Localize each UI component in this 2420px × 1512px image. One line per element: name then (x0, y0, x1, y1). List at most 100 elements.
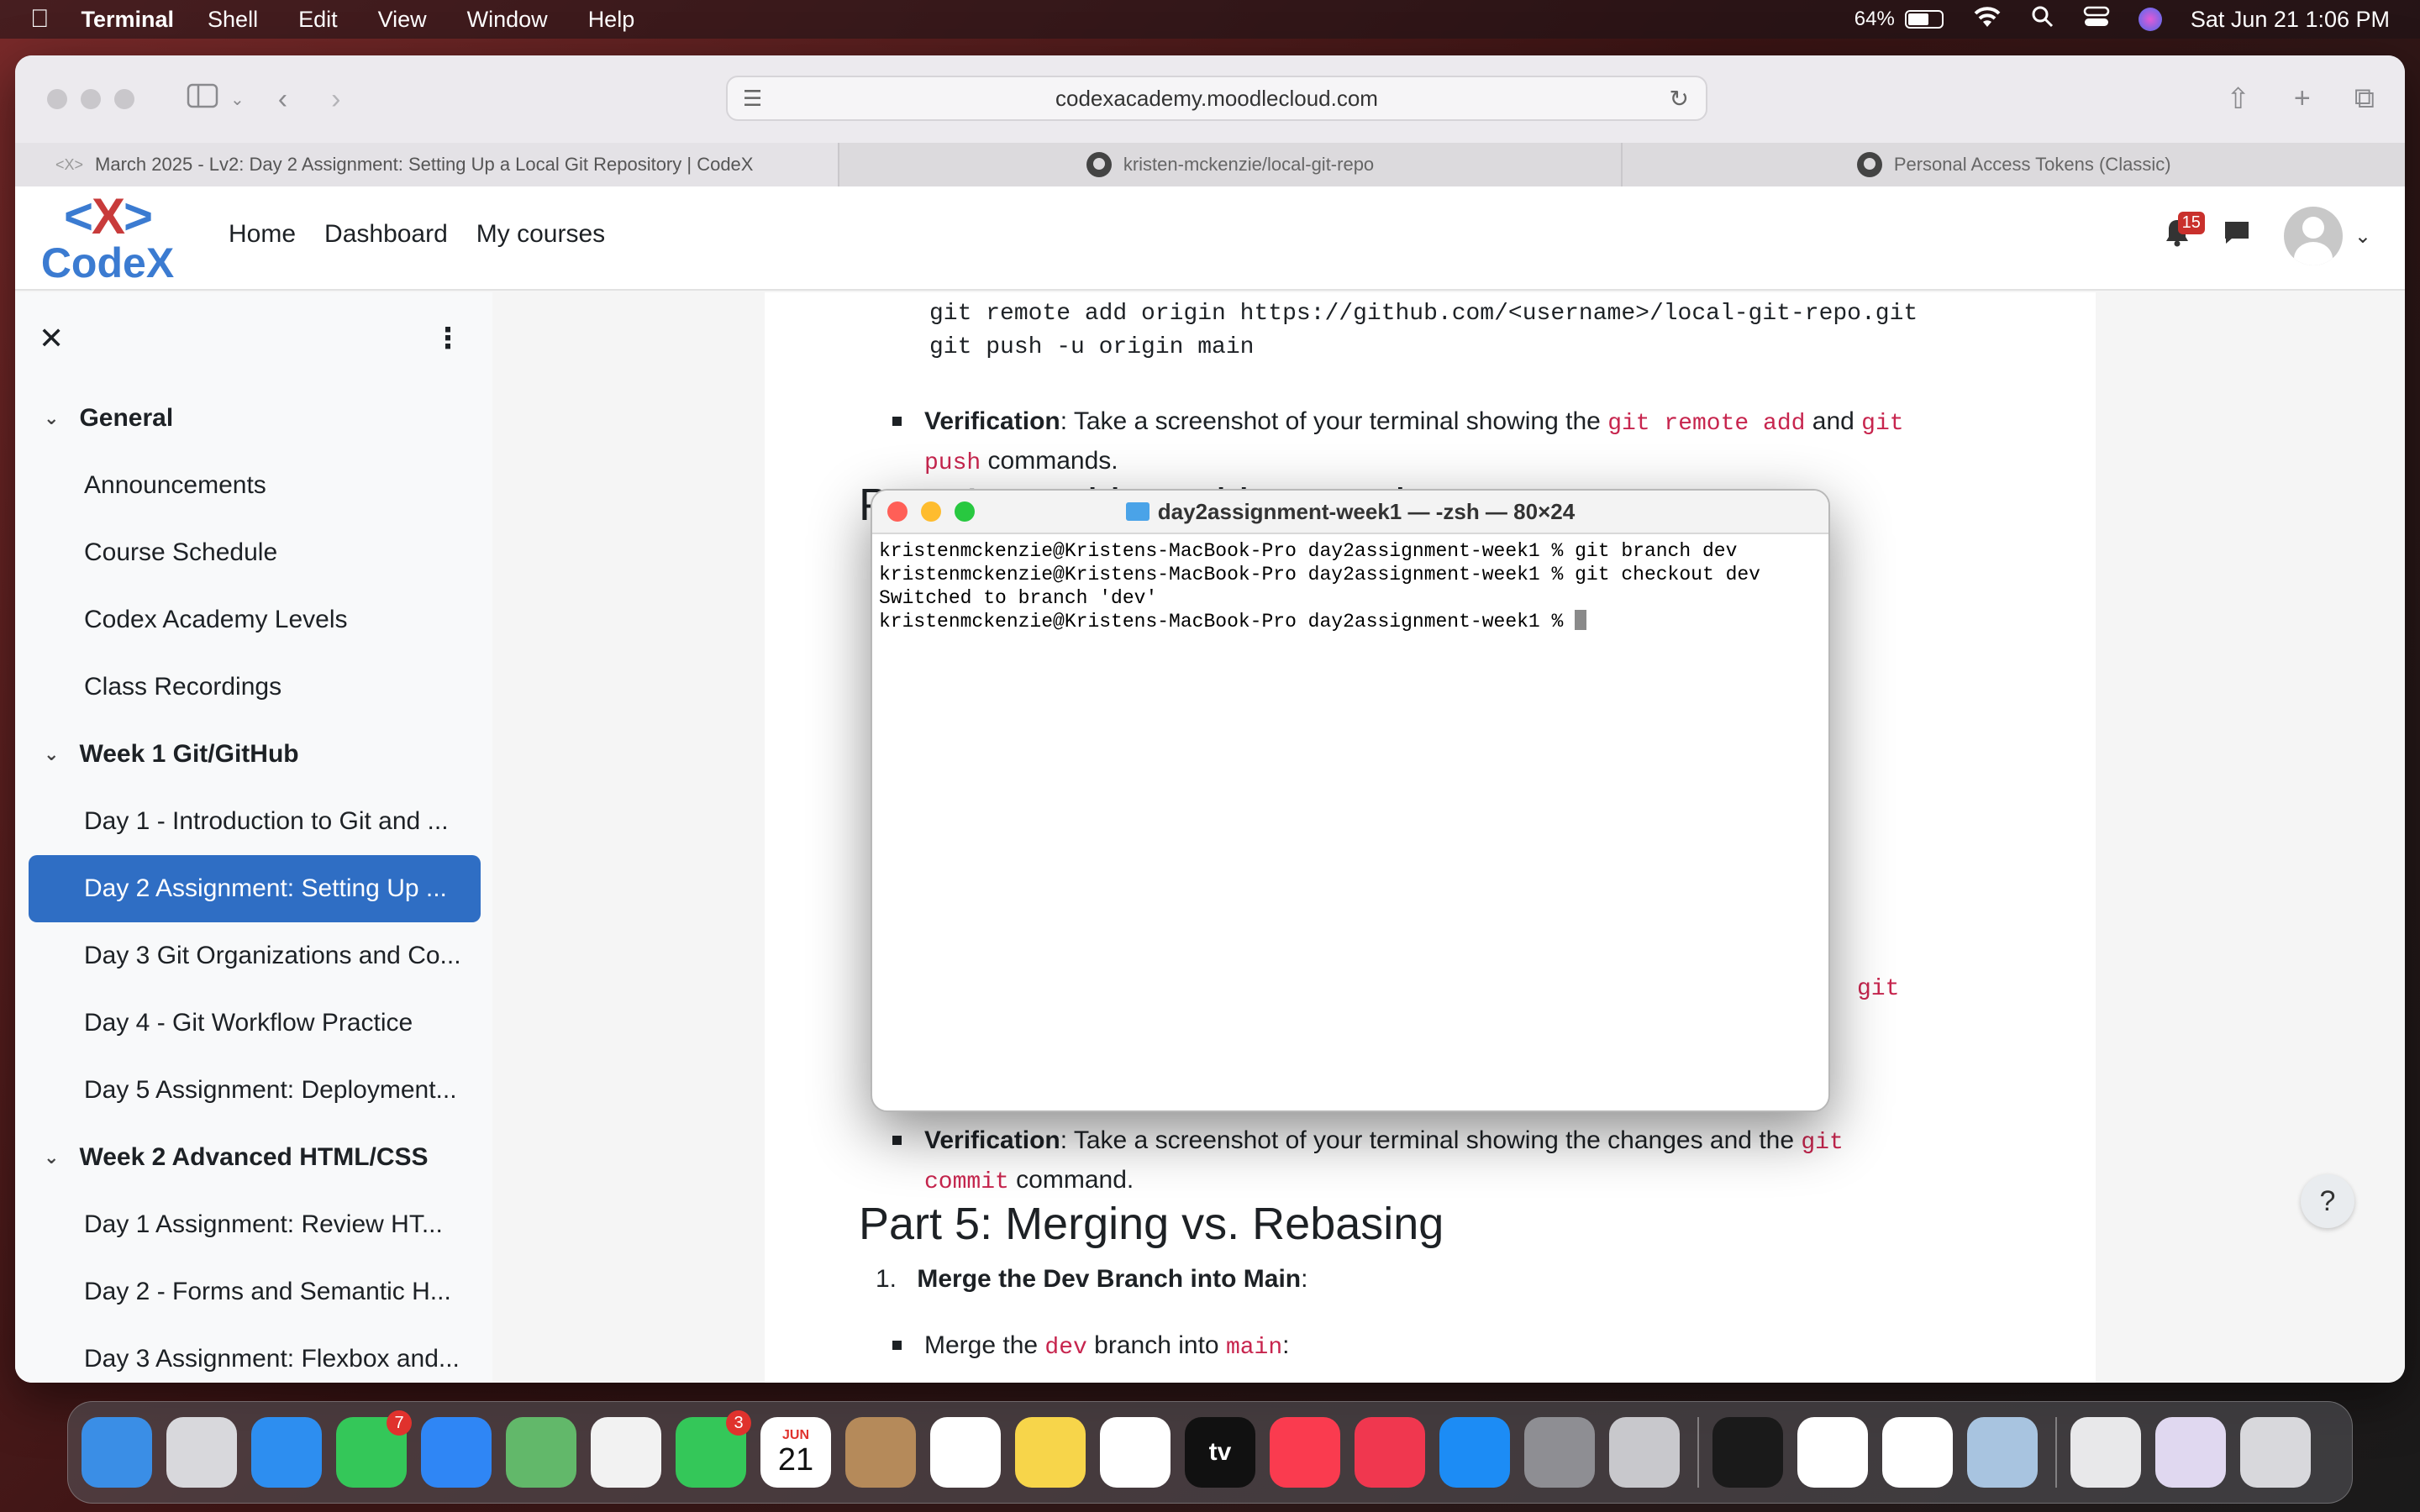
course-index-item[interactable]: Day 1 - Introduction to Git and ... (15, 788, 492, 855)
spotlight-search-icon[interactable] (2031, 5, 2054, 34)
chevron-down-icon[interactable]: ⌄ (230, 89, 245, 110)
menu-shell[interactable]: Shell (208, 7, 258, 33)
slack-icon[interactable] (1797, 1417, 1868, 1488)
terminal-icon[interactable] (1712, 1417, 1783, 1488)
course-index-item[interactable]: Day 2 Assignment: Setting Up ... (29, 855, 481, 922)
window-thumbnail-icon[interactable] (2070, 1417, 2141, 1488)
more-options-icon[interactable]: ⋮ (434, 322, 462, 355)
sidebar-toggle-icon[interactable] (187, 83, 218, 116)
messages-drawer-icon[interactable] (2223, 220, 2250, 253)
course-index-item[interactable]: Class Recordings (15, 654, 492, 721)
course-index-item[interactable]: Course Schedule (15, 519, 492, 586)
chevron-down-icon[interactable]: ⌄ (44, 1147, 59, 1168)
terminal-prompt-line[interactable]: kristenmckenzie@Kristens-MacBook-Pro day… (879, 610, 1822, 633)
close-window-button[interactable] (47, 89, 67, 109)
user-avatar[interactable] (2283, 207, 2343, 265)
help-button[interactable]: ? (2301, 1174, 2354, 1228)
music-icon[interactable] (1270, 1417, 1340, 1488)
trash-icon[interactable] (2240, 1417, 2311, 1488)
course-index-item[interactable]: Day 5 Assignment: Deployment... (15, 1057, 492, 1124)
minimize-window-button[interactable] (81, 89, 101, 109)
dock: 7 3 JUN 21 tv (67, 1401, 2353, 1504)
menu-window[interactable]: Window (467, 7, 548, 33)
course-section-header[interactable]: ⌄ Week 2 Advanced HTML/CSS (15, 1124, 492, 1191)
facetime-icon[interactable]: 3 (676, 1410, 751, 1488)
course-index-item[interactable]: Day 3 Assignment: Flexbox and... (15, 1326, 492, 1383)
terminal-line: Switched to branch 'dev' (879, 587, 1158, 609)
tab-github-repo[interactable]: kristen-mckenzie/local-git-repo (839, 143, 1623, 186)
notifications-bell-icon[interactable]: 15 (2165, 211, 2205, 255)
menu-edit[interactable]: Edit (298, 7, 338, 33)
iphone-mirroring-icon[interactable] (1609, 1417, 1680, 1488)
siri-icon[interactable] (2138, 8, 2162, 31)
contacts-icon[interactable] (845, 1417, 916, 1488)
preview-icon[interactable] (1967, 1417, 2038, 1488)
app-menu-terminal[interactable]: Terminal (82, 7, 175, 33)
battery-icon[interactable] (1904, 10, 1944, 29)
chevron-down-icon[interactable]: ⌄ (44, 743, 59, 765)
text: and (1805, 407, 1862, 435)
terminal-window[interactable]: day2assignment-week1 — -zsh — 80×24 kris… (871, 489, 1830, 1112)
apple-menu-icon[interactable]:  (30, 5, 50, 34)
bullet-marker (892, 1136, 902, 1145)
course-index-item[interactable]: Day 3 Git Organizations and Co... (15, 922, 492, 990)
course-index-item[interactable]: Day 2 - Forms and Semantic H... (15, 1258, 492, 1326)
window-thumbnail-icon[interactable] (2155, 1417, 2226, 1488)
menu-help[interactable]: Help (588, 7, 635, 33)
news-icon[interactable] (1355, 1417, 1425, 1488)
tab-access-tokens[interactable]: Personal Access Tokens (Classic) (1623, 143, 2405, 186)
safari-icon[interactable] (251, 1417, 322, 1488)
list-number: 1. (876, 1265, 897, 1293)
tab-overview-icon[interactable]: ⧉ (2354, 82, 2375, 116)
freeform-icon[interactable] (1100, 1417, 1171, 1488)
vscode-icon[interactable] (1882, 1417, 1953, 1488)
app-store-icon[interactable] (1439, 1417, 1510, 1488)
calendar-icon[interactable]: JUN 21 (760, 1417, 831, 1488)
terminal-titlebar[interactable]: day2assignment-week1 — -zsh — 80×24 (872, 491, 1828, 534)
settings-icon[interactable] (1524, 1417, 1595, 1488)
photos-icon[interactable] (591, 1417, 661, 1488)
course-index-item[interactable]: Codex Academy Levels (15, 586, 492, 654)
launchpad-icon[interactable] (166, 1417, 237, 1488)
back-arrow-icon[interactable]: ‹ (278, 83, 287, 116)
course-section-header[interactable]: ⌄ Week 1 Git/GitHub (15, 721, 492, 788)
tab-moodle-assignment[interactable]: <X> March 2025 - Lv2: Day 2 Assignment: … (15, 143, 839, 186)
course-index-item[interactable]: Day 4 - Git Workflow Practice (15, 990, 492, 1057)
user-menu[interactable]: ⌄ (2283, 207, 2371, 265)
reload-icon[interactable]: ↻ (1670, 85, 1689, 113)
course-index-item[interactable]: Day 1 Assignment: Review HT... (15, 1191, 492, 1258)
merge-instruction: Merge the dev branch into main: (892, 1327, 1290, 1367)
zoom-window-button[interactable] (114, 89, 134, 109)
finder-icon[interactable] (82, 1417, 152, 1488)
nav-dashboard[interactable]: Dashboard (324, 220, 448, 249)
terminal-output[interactable]: kristenmckenzie@Kristens-MacBook-Pro day… (872, 534, 1828, 638)
course-section-header[interactable]: ⌄ General (15, 385, 492, 452)
nav-my-courses[interactable]: My courses (476, 220, 605, 249)
wifi-icon[interactable] (1972, 5, 2002, 34)
maps-icon[interactable] (506, 1417, 576, 1488)
new-tab-icon[interactable]: + (2294, 82, 2311, 116)
share-icon[interactable]: ⇧ (2226, 82, 2250, 116)
course-index-item[interactable]: Announcements (15, 452, 492, 519)
forward-arrow-icon[interactable]: › (331, 83, 340, 116)
text: branch into (1086, 1331, 1226, 1359)
address-bar[interactable]: ☰ codexacademy.moodlecloud.com ↻ (726, 76, 1707, 121)
close-drawer-icon[interactable]: ✕ (39, 321, 64, 356)
menu-view[interactable]: View (378, 7, 427, 33)
battery-percent[interactable]: 64% (1854, 8, 1895, 31)
reminders-icon[interactable] (930, 1417, 1001, 1488)
mail-icon[interactable] (421, 1417, 492, 1488)
codex-logo[interactable]: <X> CodeX (32, 192, 183, 286)
notes-icon[interactable] (1015, 1417, 1086, 1488)
page-menu-icon[interactable]: ☰ (743, 86, 762, 112)
nav-home[interactable]: Home (229, 220, 296, 249)
menubar-clock[interactable]: Sat Jun 21 1:06 PM (2191, 7, 2390, 33)
chevron-down-icon[interactable]: ⌄ (2354, 224, 2371, 249)
url-text[interactable]: codexacademy.moodlecloud.com (1055, 86, 1378, 112)
control-center-icon[interactable] (2083, 5, 2110, 34)
chevron-down-icon[interactable]: ⌄ (44, 407, 59, 429)
messages-icon[interactable]: 7 (336, 1410, 412, 1488)
logo-mark: <X> (63, 188, 153, 244)
tv-icon[interactable]: tv (1185, 1417, 1255, 1488)
inline-code: dev (1044, 1335, 1087, 1361)
